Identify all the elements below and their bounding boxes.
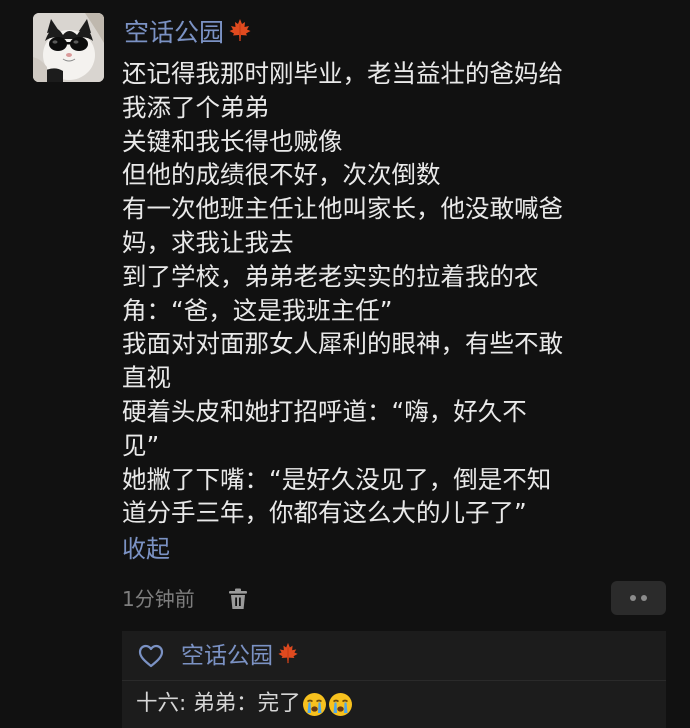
post-line: 见”: [122, 430, 160, 460]
post-content: 还记得我那时刚毕业，老当益壮的爸妈给 我添了个弟弟 关键和我长得也贼像 但他的成…: [122, 57, 667, 530]
user-avatar[interactable]: [33, 13, 104, 82]
reply-divider: [122, 680, 666, 681]
post-line: 硬着头皮和她打招呼道：“嗨，好久不: [122, 396, 527, 426]
more-dot-icon: [641, 595, 647, 601]
post-timestamp: 1分钟前: [122, 587, 195, 611]
liked-by-username: 空话公园: [181, 643, 273, 669]
reply-item[interactable]: 十六: 弟弟：完了: [136, 688, 353, 720]
post-line: 我添了个弟弟: [122, 92, 269, 122]
trash-icon[interactable]: [226, 587, 250, 611]
post-line: 妈，求我让我去: [122, 227, 294, 257]
post-line: 她撇了下嘴：“是好久没见了，倒是不知: [122, 464, 552, 494]
maple-leaf-icon: [228, 18, 252, 50]
post-line: 关键和我长得也贼像: [122, 126, 343, 156]
post-line: 到了学校，弟弟老老实实的拉着我的衣: [122, 261, 539, 291]
heart-outline-icon: [137, 643, 165, 669]
post-line: 角：“爸，这是我班主任”: [122, 295, 393, 325]
reply-author[interactable]: 十六:: [136, 691, 186, 716]
liked-by-user[interactable]: 空话公园: [181, 640, 299, 673]
post-line: 道分手三年，你都有这么大的儿子了”: [122, 498, 527, 528]
post-line: 但他的成绩很不好，次次倒数: [122, 160, 441, 190]
maple-leaf-icon: [277, 641, 299, 673]
crying-face-icon: [302, 692, 327, 717]
username-text: 空话公园: [124, 18, 225, 47]
post-line: 我面对对面那女人犀利的眼神，有些不敢: [122, 329, 563, 359]
collapse-link[interactable]: 收起: [122, 532, 170, 566]
reply-content: 弟弟：完了: [193, 691, 301, 716]
cat-with-sunglasses-avatar-image: [33, 13, 104, 82]
post-line: 还记得我那时刚毕业，老当益壮的爸妈给: [122, 59, 563, 88]
post-username[interactable]: 空话公园: [124, 17, 252, 49]
post-line: 有一次他班主任让他叫家长，他没敢喊爸: [122, 194, 563, 224]
more-dot-icon: [630, 595, 636, 601]
crying-face-icon: [328, 692, 353, 717]
more-options-button[interactable]: [611, 581, 666, 615]
post-line: 直视: [122, 363, 171, 393]
